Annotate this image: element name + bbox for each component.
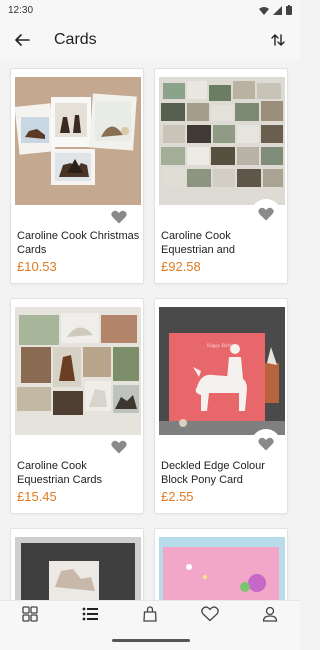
favorite-button[interactable] <box>251 199 281 229</box>
product-price: £2.55 <box>161 489 194 504</box>
product-image[interactable] <box>15 77 141 205</box>
list-icon <box>82 607 98 620</box>
status-time: 12:30 <box>8 4 34 16</box>
heart-icon <box>201 605 219 621</box>
grey-card-partial-image <box>15 537 141 600</box>
arrow-left-icon <box>15 34 30 46</box>
product-card[interactable]: Caroline Cook Equestrian Cards £15.45 <box>10 298 144 514</box>
product-name[interactable]: Caroline Cook Equestrian Cards <box>17 459 141 487</box>
grid-icon <box>22 605 38 622</box>
app-bar: Cards <box>0 20 300 60</box>
back-button[interactable] <box>10 28 34 52</box>
battery-icon <box>286 5 292 15</box>
page-title: Cards <box>54 31 97 48</box>
product-price: £92.58 <box>161 259 201 274</box>
product-image[interactable] <box>15 307 141 435</box>
product-card[interactable]: Happy Birthday Deckled Edge Colour Block… <box>154 298 288 514</box>
product-card[interactable]: Caroline Cook Equestrian and £92.58 <box>154 68 288 284</box>
nav-bag[interactable] <box>135 602 165 626</box>
heart-icon <box>258 207 274 221</box>
product-image[interactable]: Happy Birthday <box>159 307 285 435</box>
signal-icon <box>273 5 282 15</box>
product-name[interactable]: Caroline Cook Christmas Cards <box>17 229 141 257</box>
pink-birthday-card-partial-image <box>159 537 285 600</box>
person-icon <box>262 606 278 622</box>
heart-icon <box>111 440 127 454</box>
home-indicator <box>0 626 300 650</box>
product-card[interactable]: Caroline Cook Christmas Cards £10.53 <box>10 68 144 284</box>
product-image[interactable] <box>159 77 285 205</box>
pink-pony-card-image: Happy Birthday <box>159 307 285 435</box>
nav-wishlist[interactable] <box>195 602 225 626</box>
nav-home[interactable] <box>15 602 45 626</box>
heart-icon <box>111 210 127 224</box>
product-image[interactable] <box>159 537 285 600</box>
sort-button[interactable] <box>266 28 290 52</box>
sort-icon <box>271 34 285 46</box>
wifi-icon <box>259 6 269 15</box>
product-image[interactable] <box>15 537 141 600</box>
status-bar: 12:30 <box>0 0 300 20</box>
product-price: £10.53 <box>17 259 57 274</box>
nav-categories[interactable] <box>75 602 105 626</box>
product-card[interactable] <box>10 528 144 600</box>
product-price: £15.45 <box>17 489 57 504</box>
status-icons <box>259 5 292 15</box>
bottom-nav <box>0 600 300 626</box>
product-name[interactable]: Deckled Edge Colour Block Pony Card <box>161 459 285 487</box>
favorite-button[interactable] <box>251 429 281 459</box>
favorite-button[interactable] <box>109 207 129 227</box>
nav-account[interactable] <box>255 602 285 626</box>
gesture-pill[interactable] <box>112 639 190 642</box>
equestrian-cards-spread-image <box>15 307 141 435</box>
equestrian-collage-cards-image <box>159 77 285 205</box>
christmas-horse-cards-image <box>15 77 141 205</box>
product-name[interactable]: Caroline Cook Equestrian and <box>161 229 285 257</box>
bag-icon <box>143 605 157 622</box>
favorite-button[interactable] <box>109 437 129 457</box>
heart-icon <box>258 437 274 451</box>
product-grid[interactable]: Caroline Cook Christmas Cards £10.53 Car… <box>0 60 300 600</box>
product-card[interactable] <box>154 528 288 600</box>
